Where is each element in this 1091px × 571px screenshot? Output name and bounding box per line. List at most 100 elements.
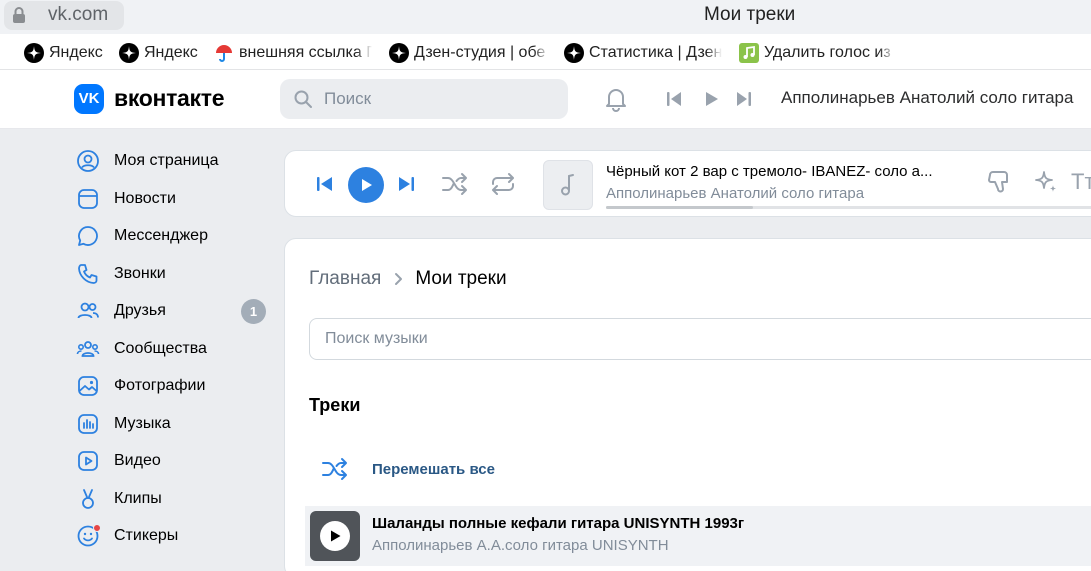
communities-icon — [74, 335, 102, 363]
vk-wordmark[interactable]: вконтакте — [114, 85, 225, 112]
video-icon — [74, 447, 102, 475]
section-title: Треки — [309, 395, 361, 415]
dzen-star-icon — [564, 43, 584, 63]
player-track-artist[interactable]: Апполинарьев Анатолий соло гитара — [606, 185, 864, 202]
sparkle-icon[interactable] — [1032, 168, 1060, 196]
play-icon — [331, 530, 341, 542]
sidebar-item-video[interactable]: Видео — [74, 443, 274, 479]
dislike-icon[interactable] — [985, 168, 1013, 196]
sticker-icon — [74, 522, 102, 550]
dzen-star-icon — [24, 43, 44, 63]
player-progress-bar[interactable] — [606, 206, 1091, 209]
sidebar-item-label: Стикеры — [114, 527, 179, 544]
breadcrumb-current: Мои треки — [415, 268, 507, 289]
sidebar-item-news[interactable]: Новости — [74, 181, 274, 217]
search-input[interactable] — [324, 79, 554, 119]
audio-player: Чёрный кот 2 вар с тремоло- IBANEZ- соло… — [284, 150, 1091, 217]
sidebar-item-my-page[interactable]: Моя страница — [74, 143, 274, 179]
sidebar-item-label: Клипы — [114, 490, 162, 507]
music-icon — [74, 410, 102, 438]
player-track-title[interactable]: Чёрный кот 2 вар с тремоло- IBANEZ- соло… — [606, 163, 933, 180]
sidebar-item-stickers[interactable]: Стикеры — [74, 518, 274, 554]
sidebar-item-label: Новости — [114, 190, 176, 207]
news-icon — [74, 185, 102, 213]
track-cover — [543, 160, 593, 210]
breadcrumb-home-link[interactable]: Главная — [309, 268, 381, 290]
next-track-icon[interactable] — [396, 175, 416, 193]
sidebar-item-clips[interactable]: Клипы — [74, 481, 274, 517]
bookmark-label: внешняя ссылка Г — [239, 44, 372, 61]
sidebar-item-label: Видео — [114, 452, 161, 469]
photo-icon — [74, 372, 102, 400]
header-now-playing[interactable]: Апполинарьев Анатолий соло гитара — [781, 88, 1073, 108]
friends-count-badge: 1 — [241, 299, 266, 324]
breadcrumb: Главная Мои треки — [309, 268, 507, 290]
play-icon[interactable] — [702, 90, 720, 108]
bookmark-label: Яндекс — [144, 44, 198, 61]
vk-logo[interactable]: VK — [74, 84, 104, 114]
sidebar-item-calls[interactable]: Звонки — [74, 256, 274, 292]
bookmark-yandex-1[interactable]: Яндекс — [24, 43, 103, 63]
music-search-input[interactable] — [325, 319, 1025, 359]
clips-icon — [74, 485, 102, 513]
shuffle-all-button[interactable]: Перемешать все — [321, 457, 495, 481]
friends-icon — [74, 297, 102, 325]
bookmark-label: Статистика | Дзен — [589, 44, 722, 61]
track-row-cover[interactable] — [310, 511, 360, 561]
track-row-artist[interactable]: Апполинарьев А.А.соло гитара UNISYNTH — [372, 537, 669, 554]
play-icon — [362, 179, 372, 191]
play-button[interactable] — [348, 167, 384, 203]
bookmark-dzen-studio[interactable]: Дзен-студия | обе — [389, 43, 549, 63]
next-track-icon[interactable] — [734, 90, 754, 108]
sidebar-item-friends[interactable]: Друзья 1 — [74, 293, 274, 329]
bookmark-external-link[interactable]: внешняя ссылка Г — [214, 43, 372, 63]
message-icon — [74, 222, 102, 250]
sidebar-item-label: Фотографии — [114, 377, 206, 394]
bookmark-label: Удалить голос из — [764, 44, 891, 61]
phone-icon — [74, 260, 102, 288]
sidebar-item-messenger[interactable]: Мессенджер — [74, 218, 274, 254]
progress-fill — [606, 206, 753, 209]
music-note-icon — [739, 43, 759, 63]
dzen-star-icon — [119, 43, 139, 63]
main-content: Главная Мои треки Треки Перемешать все Ш… — [284, 238, 1091, 571]
header-search[interactable] — [280, 79, 568, 119]
bookmark-statistics[interactable]: Статистика | Дзен — [564, 43, 722, 63]
music-search-box[interactable] — [309, 318, 1091, 360]
shuffle-icon — [322, 458, 347, 480]
lock-icon — [13, 7, 25, 23]
browser-title-bar: vk.com Мои треки — [0, 0, 1091, 34]
bookmark-remove-voice[interactable]: Удалить голос из — [739, 43, 895, 63]
sidebar-item-photos[interactable]: Фотографии — [74, 368, 274, 404]
shuffle-icon[interactable] — [441, 172, 469, 196]
sidebar-item-label: Сообщества — [114, 340, 207, 357]
sidebar-item-communities[interactable]: Сообщества — [74, 331, 274, 367]
track-row[interactable]: Шаланды полные кефали гитара UNISYNTH 19… — [305, 506, 1091, 566]
chevron-right-icon — [395, 273, 403, 285]
sidebar-item-label: Звонки — [114, 265, 166, 282]
bookmarks-bar: Яндекс Яндекс внешняя ссылка Г Дзен-студ… — [0, 34, 1091, 70]
sidebar-item-music[interactable]: Музыка — [74, 406, 274, 442]
track-row-title[interactable]: Шаланды полные кефали гитара UNISYNTH 19… — [372, 515, 744, 532]
sidebar-item-label: Друзья — [114, 302, 166, 319]
track-play-button[interactable] — [320, 521, 350, 551]
sidebar-item-label: Музыка — [114, 415, 171, 432]
lyrics-text-icon[interactable]: Тт — [1071, 169, 1091, 195]
bell-icon[interactable] — [603, 86, 629, 112]
repeat-icon[interactable] — [489, 172, 517, 196]
sidebar-item-label: Моя страница — [114, 152, 219, 169]
previous-track-icon[interactable] — [315, 175, 335, 193]
url-text[interactable]: vk.com — [48, 4, 108, 26]
bookmark-yandex-2[interactable]: Яндекс — [119, 43, 198, 63]
shuffle-all-label: Перемешать все — [372, 460, 495, 478]
user-circle-icon — [74, 147, 102, 175]
umbrella-icon — [216, 45, 232, 62]
search-icon — [294, 90, 312, 108]
site-header: VK вконтакте Апполинарьев Анатолий соло … — [0, 70, 1091, 129]
bookmark-label: Дзен-студия | обе — [414, 44, 546, 61]
page-title: Мои треки — [704, 4, 796, 25]
dzen-star-icon — [389, 43, 409, 63]
previous-track-icon[interactable] — [664, 90, 684, 108]
music-note-icon — [561, 174, 574, 196]
bookmark-label: Яндекс — [49, 44, 103, 61]
